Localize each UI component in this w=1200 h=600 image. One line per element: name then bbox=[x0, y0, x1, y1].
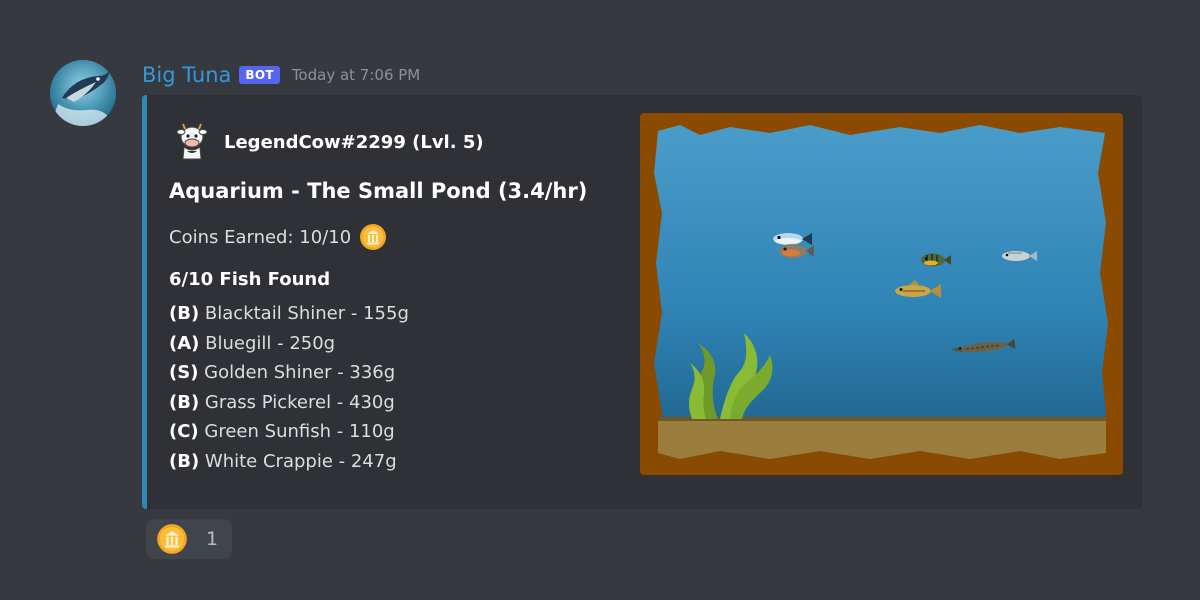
embed: LegendCow#2299 (Lvl. 5) Aquarium - The S… bbox=[142, 95, 1142, 509]
fish-rarity: (S) bbox=[169, 362, 199, 384]
fish-item: (A) Bluegill - 250g bbox=[169, 329, 409, 359]
username[interactable]: Big Tuna bbox=[142, 63, 231, 87]
aquarium-image[interactable] bbox=[640, 113, 1123, 475]
embed-title: Aquarium - The Small Pond (3.4/hr) bbox=[169, 179, 588, 203]
fish-text: Bluegill - 250g bbox=[205, 332, 336, 354]
fish-text: White Crappie - 247g bbox=[204, 450, 397, 472]
fish-item: (B) Blacktail Shiner - 155g bbox=[169, 299, 409, 329]
embed-author: LegendCow#2299 (Lvl. 5) bbox=[175, 123, 484, 161]
embed-author-name[interactable]: LegendCow#2299 (Lvl. 5) bbox=[224, 132, 484, 153]
fish-text: Golden Shiner - 336g bbox=[204, 362, 396, 384]
fish-list: (B) Blacktail Shiner - 155g (A) Bluegill… bbox=[169, 299, 409, 477]
tuna-avatar-icon[interactable] bbox=[50, 60, 116, 126]
reaction-button[interactable]: 1 bbox=[146, 519, 232, 559]
message-header: Big Tuna BOT Today at 7:06 PM bbox=[142, 60, 420, 90]
timestamp[interactable]: Today at 7:06 PM bbox=[292, 66, 420, 84]
fish-text: Blacktail Shiner - 155g bbox=[204, 303, 409, 324]
fish-heading: 6/10 Fish Found bbox=[169, 269, 331, 290]
reaction-count: 1 bbox=[206, 528, 219, 550]
fish-rarity: (B) bbox=[169, 303, 200, 324]
fish-item: (B) White Crappie - 247g bbox=[169, 447, 409, 477]
coin-icon bbox=[156, 523, 188, 555]
chat-message: Big Tuna BOT Today at 7:06 PM LegendCow#… bbox=[0, 0, 1200, 600]
fish-item: (S) Golden Shiner - 336g bbox=[169, 358, 409, 388]
fish-rarity: (C) bbox=[169, 421, 199, 443]
cow-icon bbox=[175, 123, 209, 161]
fish-item: (B) Grass Pickerel - 430g bbox=[169, 388, 409, 418]
coins-earned-text: Coins Earned: 10/10 bbox=[169, 226, 352, 248]
coin-icon bbox=[359, 223, 387, 251]
bot-badge: BOT bbox=[239, 66, 280, 84]
fish-rarity: (B) bbox=[169, 391, 200, 413]
fish-item: (C) Green Sunfish - 110g bbox=[169, 417, 409, 447]
fish-rarity: (A) bbox=[169, 332, 200, 354]
fish-text: Green Sunfish - 110g bbox=[204, 421, 395, 443]
fish-rarity: (B) bbox=[169, 450, 200, 472]
coins-earned: Coins Earned: 10/10 bbox=[169, 223, 387, 251]
fish-text: Grass Pickerel - 430g bbox=[204, 391, 395, 413]
